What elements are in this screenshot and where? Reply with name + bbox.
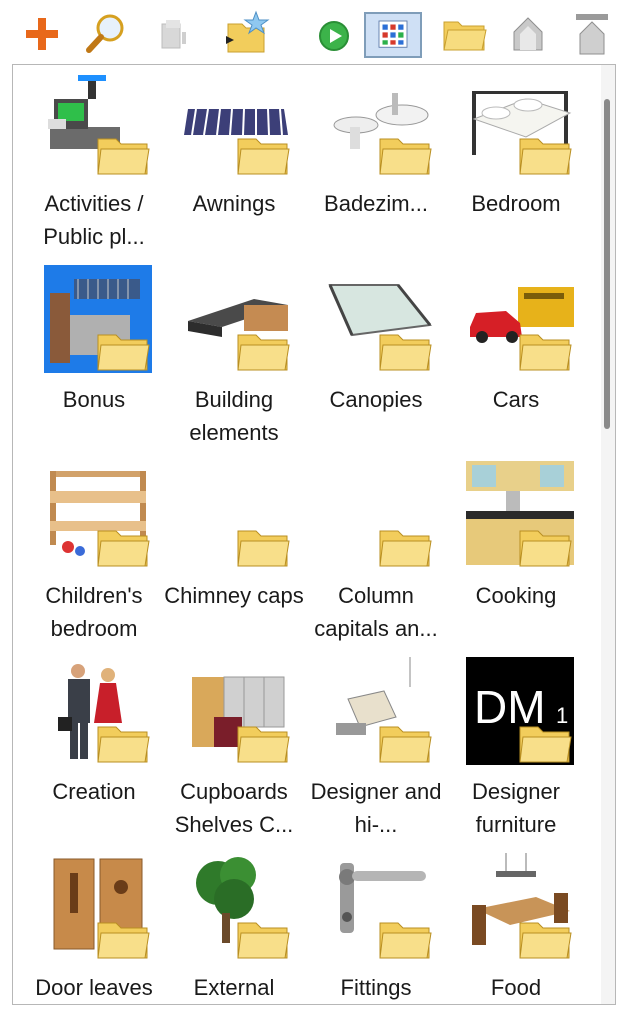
- catalog-item-building-elements[interactable]: Building elements: [169, 265, 299, 455]
- grid-view-button[interactable]: [364, 12, 422, 58]
- catalog-item-external[interactable]: External: [169, 853, 299, 1004]
- catalog-item-label: Awnings: [192, 191, 276, 216]
- catalog-item-label: Children's bedroom: [45, 583, 143, 641]
- catalog-item-label: Badezim...: [324, 191, 428, 216]
- awning-icon: [184, 69, 292, 177]
- catalog-item-label: Fittings: [340, 975, 412, 1000]
- folder-icon: [443, 21, 487, 51]
- bathroom-icon: [326, 69, 434, 177]
- door-handle-icon: [326, 853, 434, 961]
- catalog-item-bedroom[interactable]: Bedroom: [451, 69, 581, 259]
- bonus-scene-icon: [44, 265, 152, 373]
- toolbar: [0, 0, 617, 64]
- catalog-item-column-capitals[interactable]: Column capitals an...: [311, 461, 441, 651]
- catalog-item-cars[interactable]: Cars: [451, 265, 581, 455]
- catalog-item-label: Cupboards Shelves C...: [174, 779, 294, 837]
- up-button[interactable]: [504, 10, 552, 58]
- catalog-item-label: Designer furniture: [471, 779, 561, 837]
- catalog-item-chimney-caps[interactable]: Chimney caps: [164, 461, 304, 651]
- search-button[interactable]: [82, 10, 130, 58]
- back-button[interactable]: [568, 10, 616, 58]
- dining-table-icon: [466, 853, 574, 961]
- import-icon: [161, 20, 186, 49]
- catalog-item-activities[interactable]: Activities / Public pl...: [29, 69, 159, 259]
- bunk-bed-icon: [44, 461, 152, 569]
- catalog-item-label: Bonus: [62, 387, 126, 412]
- catalog-item-label: Activities / Public pl...: [43, 191, 145, 249]
- search-icon: [86, 14, 124, 53]
- import-button[interactable]: [150, 10, 198, 58]
- canopy-icon: [326, 265, 434, 373]
- catalog-item-canopies[interactable]: Canopies: [311, 265, 441, 455]
- catalog-item-label: Designer and hi-...: [310, 779, 442, 837]
- cash-register-icon: [44, 69, 152, 177]
- back-icon: [576, 14, 608, 55]
- catalog-item-creation[interactable]: Creation: [29, 657, 159, 847]
- catalog-item-label: Cooking: [475, 583, 557, 608]
- catalog-item-fittings[interactable]: Fittings: [311, 853, 441, 1004]
- catalog-item-label: Building elements: [189, 387, 279, 445]
- catalog-item-badezim[interactable]: Badezim...: [311, 69, 441, 259]
- catalog-item-awnings[interactable]: Awnings: [169, 69, 299, 259]
- catalog-item-label: Canopies: [329, 387, 423, 412]
- up-icon: [513, 17, 543, 51]
- grid-view-icon: [378, 20, 408, 48]
- play-button[interactable]: [310, 10, 358, 58]
- catalog-item-designer-hi[interactable]: Designer and hi-...: [311, 657, 441, 847]
- catalog-item-label: Creation: [52, 779, 136, 804]
- add-button[interactable]: [18, 10, 66, 58]
- catalog-item-cooking[interactable]: Cooking: [451, 461, 581, 651]
- catalog-item-label: Column capitals an...: [314, 583, 438, 641]
- catalog-item-food[interactable]: Food: [451, 853, 581, 1004]
- catalog-item-label: Bedroom: [471, 191, 561, 216]
- dm-logo-icon: DM 1: [466, 657, 574, 765]
- catalog-item-label: Door leaves: [35, 975, 153, 1000]
- dm-logo-sub: 1: [556, 703, 568, 728]
- folder-only-icon: [184, 461, 292, 569]
- catalog-item-door-leaves[interactable]: Door leaves: [29, 853, 159, 1004]
- import-wizard-button[interactable]: [222, 10, 270, 58]
- cars-icon: [466, 265, 574, 373]
- catalog-item-childrens-bedroom[interactable]: Children's bedroom: [29, 461, 159, 651]
- folder-only-icon: [326, 461, 434, 569]
- catalog-item-designer-furniture[interactable]: DM 1 Designer furniture: [451, 657, 581, 847]
- catalog-item-label: Food: [490, 975, 542, 1000]
- catalog-item-bonus[interactable]: Bonus: [29, 265, 159, 455]
- kitchen-icon: [466, 461, 574, 569]
- beam-icon: [184, 265, 292, 373]
- door-icon: [44, 853, 152, 961]
- bed-icon: [466, 69, 574, 177]
- tree-icon: [184, 853, 292, 961]
- catalog-item-label: External: [193, 975, 275, 1000]
- designer-room-icon: [326, 657, 434, 765]
- import-wizard-icon: [226, 10, 270, 53]
- catalog-item-label: Chimney caps: [164, 583, 304, 608]
- people-icon: [44, 657, 152, 765]
- catalog-item-label: Cars: [492, 387, 540, 412]
- scrollbar-thumb[interactable]: [604, 99, 610, 429]
- add-icon: [26, 18, 58, 50]
- vertical-scrollbar[interactable]: [601, 65, 615, 1004]
- play-icon: [319, 21, 349, 51]
- open-folder-button[interactable]: [440, 10, 488, 58]
- cupboard-icon: [184, 657, 292, 765]
- catalog-item-cupboards[interactable]: Cupboards Shelves C...: [169, 657, 299, 847]
- catalog-panel: Activities / Public pl... Awnings Badezi…: [12, 64, 616, 1005]
